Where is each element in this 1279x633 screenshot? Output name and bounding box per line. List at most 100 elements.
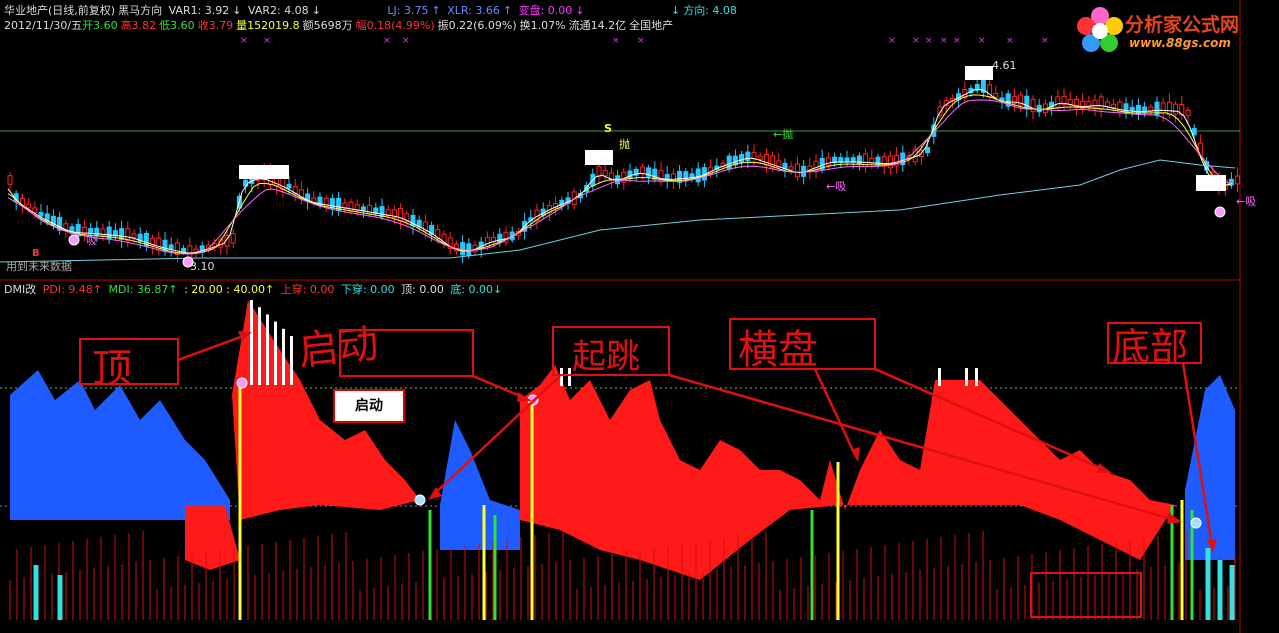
candle-body	[1111, 103, 1117, 109]
candle-body	[639, 166, 645, 174]
candle-body	[131, 233, 137, 238]
pdi-area	[185, 505, 240, 570]
candle-body	[1067, 99, 1073, 105]
candle-body	[398, 208, 404, 222]
candle-body	[887, 155, 893, 169]
candle-body	[125, 228, 131, 241]
candle-body	[1092, 99, 1098, 108]
xi-label-2: ←吸	[826, 180, 846, 193]
candle-body	[745, 151, 751, 162]
annot-sideways: 横盘	[738, 327, 818, 373]
mdi-area	[10, 370, 230, 520]
start-label-box: 启动	[333, 389, 405, 423]
annot-box-empty	[1030, 572, 1142, 618]
candle-body	[26, 203, 32, 209]
future-data-label: 用到未来数据	[6, 260, 72, 273]
candle-body	[168, 244, 174, 250]
candle-body	[757, 155, 763, 160]
candle-body	[602, 169, 608, 177]
moving-averages	[0, 66, 1236, 263]
candle-body	[329, 198, 335, 209]
candle-body	[1185, 109, 1191, 117]
diamond-marker-icon	[1190, 517, 1202, 529]
candle-body	[763, 154, 769, 166]
x-mark: ×	[925, 36, 933, 46]
signal-s: S	[604, 122, 612, 135]
candle-body	[38, 212, 44, 217]
peak-stripe	[568, 368, 571, 386]
pao-label-2: ←抛	[773, 127, 793, 141]
x-mark: ×	[888, 36, 896, 46]
candle-body	[286, 183, 292, 189]
price-tag	[965, 66, 993, 80]
annot-bottom: 底部	[1112, 325, 1188, 369]
peak-stripe	[266, 314, 269, 385]
site-logo: 分析家公式网 www.88gs.com	[1077, 4, 1273, 60]
candle-body	[1129, 106, 1135, 112]
candle-body	[119, 228, 125, 240]
x-mark: ×	[912, 36, 920, 46]
candle-body	[1024, 95, 1030, 110]
peak-stripe	[965, 368, 968, 386]
peak-stripe	[975, 368, 978, 386]
candle-body	[844, 157, 850, 163]
candle-body	[875, 156, 881, 166]
peak-stripe	[258, 307, 261, 385]
logo-url: www.88gs.com	[1129, 36, 1231, 50]
peak-stripe	[290, 336, 293, 385]
x-mark: ×	[383, 36, 391, 46]
candle-body	[181, 247, 187, 253]
x-mark: ×	[263, 36, 271, 46]
candle-body	[1173, 103, 1179, 115]
x-mark: ×	[953, 36, 961, 46]
peak-stripe	[274, 321, 277, 385]
annot-rise: 起跳	[572, 337, 640, 377]
candle-body	[230, 233, 236, 244]
x-mark: ×	[940, 36, 948, 46]
x-mark: ×	[240, 36, 248, 46]
pdi-area	[520, 365, 1175, 580]
min-price-label: 3.10	[190, 260, 215, 273]
chart-canvas: × × × × × × × × × × × × × × 4.61 3.10 S B 抛 ←抛 ←吸 ←吸 …	[0, 0, 1256, 633]
candle-body	[993, 92, 999, 98]
candle-body	[900, 152, 906, 166]
candle-body	[670, 173, 676, 182]
flower-logo-icon	[1077, 7, 1123, 52]
candle-body	[856, 155, 862, 165]
annot-top: 顶	[92, 346, 132, 392]
diamond-marker-icon	[414, 494, 426, 506]
x-mark: ×	[978, 36, 986, 46]
ma-line	[7, 94, 1233, 255]
diamond-marker-icon	[236, 377, 248, 389]
candle-body	[1235, 175, 1241, 185]
xi-label-1: ←吸	[1236, 195, 1256, 208]
candle-body	[1098, 96, 1104, 110]
diamond-marker-icon	[1214, 206, 1226, 218]
candle-body	[695, 168, 701, 183]
candlesticks	[7, 74, 1241, 264]
candle-body	[596, 166, 602, 177]
x-mark: ×	[402, 36, 410, 46]
diamond-marker-icon	[68, 234, 80, 246]
x-mark: ×	[1041, 36, 1049, 46]
candle-body	[751, 152, 757, 160]
candle-body	[739, 154, 745, 163]
candle-body	[794, 163, 800, 178]
x-mark: ×	[612, 36, 620, 46]
candle-body	[925, 147, 931, 154]
candle-body	[187, 245, 193, 258]
x-mark: ×	[1006, 36, 1014, 46]
peak-stripe	[938, 368, 941, 386]
x-mark: ×	[637, 36, 645, 46]
price-tag	[585, 150, 613, 165]
candle-body	[360, 206, 366, 211]
mdi-area	[440, 420, 520, 550]
candle-body	[32, 207, 38, 213]
peak-stripe	[250, 300, 253, 385]
candle-body	[7, 175, 13, 185]
annot-start-hand: 启动	[296, 321, 380, 375]
xi-label-3: 吸	[86, 234, 97, 247]
price-tag	[1196, 175, 1226, 191]
candle-body	[627, 170, 633, 180]
candle-body	[1055, 96, 1061, 108]
